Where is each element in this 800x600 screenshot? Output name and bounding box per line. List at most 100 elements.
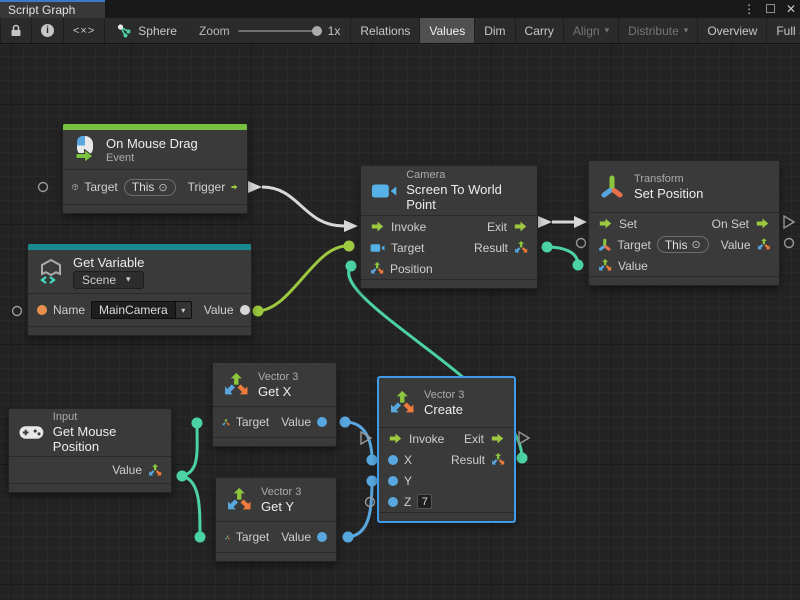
graph-canvas[interactable]: On Mouse Drag Event Target This ⊙ Trigge… bbox=[0, 44, 800, 600]
port-create-y-in[interactable] bbox=[367, 476, 378, 487]
port-setposition-onset-empty[interactable] bbox=[784, 216, 794, 228]
y-port-dot[interactable] bbox=[388, 476, 398, 486]
node-create-vector3[interactable]: Vector 3 Create Invoke Exit X Result bbox=[378, 377, 515, 522]
result-port-label: Result bbox=[474, 241, 508, 255]
wire-mouse-gety[interactable] bbox=[182, 476, 200, 537]
flow-arrow-icon[interactable] bbox=[490, 432, 505, 445]
port-setposition-target-empty[interactable] bbox=[577, 239, 586, 248]
node-screen-to-world-point[interactable]: Camera Screen To World Point Invoke Exit… bbox=[360, 165, 538, 289]
node-set-position[interactable]: Transform Set Position Set On Set Target bbox=[588, 160, 780, 286]
vector3-icon[interactable] bbox=[514, 241, 528, 254]
z-value-field[interactable]: 7 bbox=[417, 494, 432, 509]
zoom-label: Zoom bbox=[199, 24, 230, 38]
vector3-icon[interactable] bbox=[598, 259, 612, 272]
camera-icon bbox=[371, 182, 397, 200]
transform-icon bbox=[599, 174, 625, 200]
wire-exit-end-arrow[interactable] bbox=[574, 216, 587, 228]
relations-button[interactable]: Relations bbox=[351, 18, 420, 43]
gamepad-icon bbox=[19, 425, 44, 440]
value-port-dot[interactable] bbox=[317, 417, 327, 427]
port-setposition-valueout-empty[interactable] bbox=[785, 239, 794, 248]
values-button[interactable]: Values bbox=[420, 18, 475, 43]
tab-script-graph[interactable]: Script Graph bbox=[0, 0, 105, 18]
dim-button[interactable]: Dim bbox=[475, 18, 515, 43]
port-gety-target-in[interactable] bbox=[195, 532, 206, 543]
zoom-slider-handle[interactable] bbox=[312, 26, 322, 36]
transform-small-icon[interactable] bbox=[598, 238, 611, 252]
node-category: Camera bbox=[406, 169, 527, 181]
node-title: Get X bbox=[258, 384, 298, 399]
port-create-result-out[interactable] bbox=[517, 453, 528, 464]
cube-icon bbox=[72, 179, 78, 195]
vector3-icon[interactable] bbox=[370, 262, 384, 275]
zoom-slider[interactable] bbox=[238, 30, 320, 32]
port-create-x-in[interactable] bbox=[367, 455, 378, 466]
port-getvariable-value-out[interactable] bbox=[253, 306, 264, 317]
variable-icon bbox=[38, 259, 64, 285]
tab-title: Script Graph bbox=[8, 3, 75, 17]
lock-button[interactable] bbox=[0, 18, 32, 43]
inspect-button[interactable]: i bbox=[32, 18, 64, 43]
code-preview-button[interactable]: <×> bbox=[64, 18, 105, 43]
wire-exit-start[interactable] bbox=[538, 216, 552, 228]
flow-arrow-icon[interactable] bbox=[598, 217, 613, 230]
align-button[interactable]: Align ▾ bbox=[564, 18, 619, 43]
vector3-icon[interactable] bbox=[148, 464, 162, 477]
value-port-dot[interactable] bbox=[317, 532, 327, 542]
port-getvariable-name-empty[interactable] bbox=[13, 307, 22, 316]
flow-arrow-icon[interactable] bbox=[231, 180, 238, 194]
target-object-field[interactable]: This ⊙ bbox=[657, 236, 709, 253]
graph-selector[interactable]: Sphere bbox=[105, 18, 189, 43]
fullscreen-button[interactable]: Full Screen bbox=[767, 18, 800, 43]
node-get-mouse-position[interactable]: Input Get Mouse Position Value bbox=[8, 408, 172, 493]
node-get-variable[interactable]: Get Variable Scene ▾ Name MainCamera ▾ V… bbox=[27, 243, 252, 336]
wire-variable-target[interactable] bbox=[258, 246, 347, 311]
port-gety-value-out[interactable] bbox=[343, 532, 354, 543]
vector3-icon[interactable] bbox=[491, 453, 505, 466]
port-camera-target-in[interactable] bbox=[344, 241, 355, 252]
node-get-x[interactable]: Vector 3 Get X Target Value bbox=[212, 362, 337, 447]
port-getx-value-out[interactable] bbox=[340, 417, 351, 428]
variable-name-field[interactable]: MainCamera ▾ bbox=[91, 301, 192, 319]
port-camera-position-in[interactable] bbox=[346, 261, 357, 272]
name-port-dot[interactable] bbox=[37, 305, 47, 315]
node-category: Vector 3 bbox=[258, 371, 298, 383]
port-camera-result-out[interactable] bbox=[542, 242, 553, 253]
code-icon: <×> bbox=[73, 25, 95, 37]
node-on-mouse-drag[interactable]: On Mouse Drag Event Target This ⊙ Trigge… bbox=[62, 123, 248, 214]
flow-arrow-icon[interactable] bbox=[388, 432, 403, 445]
target-object-field[interactable]: This ⊙ bbox=[124, 179, 176, 196]
distribute-button[interactable]: Distribute ▾ bbox=[619, 18, 698, 43]
close-icon[interactable]: ✕ bbox=[786, 2, 796, 16]
camera-small-icon[interactable] bbox=[370, 243, 385, 253]
vector3-icon[interactable] bbox=[222, 416, 230, 429]
flow-arrow-icon[interactable] bbox=[513, 220, 528, 233]
vector3-icon[interactable] bbox=[225, 531, 230, 544]
wire-mouse-getx[interactable] bbox=[182, 423, 197, 476]
value-port-dot[interactable] bbox=[240, 305, 250, 315]
node-get-y[interactable]: Vector 3 Get Y Target Value bbox=[215, 477, 337, 562]
port-create-exit-empty[interactable] bbox=[519, 432, 529, 444]
wire-gety-createy[interactable] bbox=[348, 481, 372, 537]
carry-button[interactable]: Carry bbox=[516, 18, 564, 43]
flow-arrow-icon[interactable] bbox=[370, 220, 385, 233]
valuein-port-label: Value bbox=[618, 259, 648, 273]
x-port-dot[interactable] bbox=[388, 455, 398, 465]
overview-button[interactable]: Overview bbox=[698, 18, 767, 43]
port-getmouseposition-value-out[interactable] bbox=[177, 471, 188, 482]
port-setposition-value-in[interactable] bbox=[573, 260, 584, 271]
z-port-dot[interactable] bbox=[388, 497, 398, 507]
flow-arrow-icon[interactable] bbox=[755, 217, 770, 230]
wire-trigger-invoke[interactable] bbox=[262, 187, 344, 226]
wire-trigger-end-arrow[interactable] bbox=[344, 220, 358, 232]
wire-trigger-start[interactable] bbox=[248, 181, 262, 193]
more-icon[interactable]: ⋮ bbox=[743, 2, 755, 16]
port-getx-target-in[interactable] bbox=[192, 418, 203, 429]
zoom-value: 1x bbox=[328, 24, 341, 38]
vector3-icon[interactable] bbox=[757, 238, 770, 251]
maximize-icon[interactable]: ☐ bbox=[765, 2, 776, 16]
wire-getx-createx[interactable] bbox=[345, 422, 372, 460]
variable-scope-dropdown[interactable]: Scene ▾ bbox=[73, 271, 144, 289]
node-title: Get Y bbox=[261, 499, 301, 514]
port-onmousedrag-target-empty[interactable] bbox=[39, 183, 48, 192]
